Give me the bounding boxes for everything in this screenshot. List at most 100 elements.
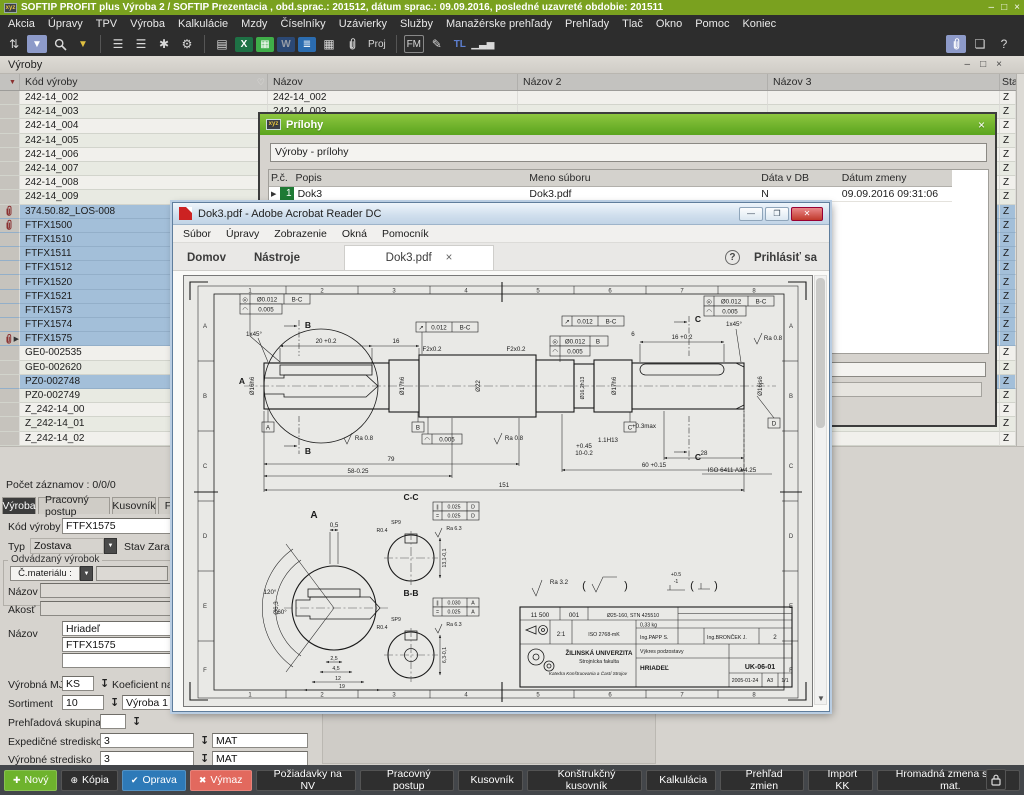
- menu-item[interactable]: Výroba: [130, 18, 165, 30]
- attachments-dialog-title-bar[interactable]: xyz Prílohy ×: [260, 114, 995, 135]
- footer-button[interactable]: ✚ Nový: [4, 770, 57, 791]
- child-maximize-button[interactable]: □: [980, 59, 986, 70]
- panel-icon[interactable]: ❏: [970, 35, 990, 53]
- star-icon[interactable]: ✱: [154, 35, 174, 53]
- list-icon[interactable]: ☰: [108, 35, 128, 53]
- footer-button[interactable]: Kusovník: [458, 770, 523, 791]
- pdf-menu-item[interactable]: Zobrazenie: [274, 228, 327, 240]
- pdf-menu-item[interactable]: Okná: [342, 228, 367, 240]
- tab-close-icon[interactable]: ×: [446, 252, 453, 264]
- funnel-icon[interactable]: ▼: [73, 35, 93, 53]
- filter-active-icon[interactable]: ▼: [27, 35, 47, 53]
- footer-button[interactable]: Pracovný postup: [360, 770, 454, 791]
- pdf-help-icon[interactable]: ?: [725, 250, 740, 265]
- mj-drop-icon[interactable]: ↧: [100, 677, 109, 690]
- menu-item[interactable]: TPV: [96, 18, 117, 30]
- pdf-menu-item[interactable]: Súbor: [183, 228, 211, 240]
- menu-item[interactable]: Koniec: [742, 18, 776, 30]
- printer-icon[interactable]: ▤: [212, 35, 232, 53]
- menu-item[interactable]: Uzávierky: [339, 18, 387, 30]
- child-minimize-button[interactable]: –: [965, 59, 971, 70]
- menu-item[interactable]: Kalkulácie: [178, 18, 228, 30]
- form-tab[interactable]: Výroba: [2, 497, 36, 514]
- pdf-restore-button[interactable]: ❐: [765, 207, 789, 221]
- word-export-icon[interactable]: W: [277, 37, 295, 52]
- pdf-title-bar[interactable]: Dok3.pdf - Adobe Acrobat Reader DC — ❐ ✕: [173, 203, 829, 225]
- code-field[interactable]: FTFX1575: [62, 518, 172, 534]
- mj-field[interactable]: KS: [62, 676, 94, 691]
- footer-button[interactable]: Kalkulácia: [646, 770, 716, 791]
- footer-button[interactable]: Konštrukčný kusovník: [527, 770, 642, 791]
- sign-in-button[interactable]: Prihlásiť sa: [754, 252, 817, 264]
- col-db[interactable]: Dáta v DB: [759, 170, 840, 186]
- type-select[interactable]: Zostava: [30, 538, 104, 554]
- sort-icon[interactable]: ⇅: [4, 35, 24, 53]
- name2-field-1[interactable]: Hriadeľ: [62, 621, 171, 636]
- sortiment-drop-icon[interactable]: ↧: [110, 696, 119, 709]
- column-header-name3[interactable]: Názov 3: [768, 74, 1000, 90]
- proj-button[interactable]: Proj: [365, 35, 389, 53]
- overview-group-drop-icon[interactable]: ↧: [132, 715, 141, 728]
- production-center-field[interactable]: 3: [100, 751, 194, 766]
- form-tab[interactable]: Pracovný postup: [38, 497, 110, 514]
- edit-page-icon[interactable]: ✎: [427, 35, 447, 53]
- bar-chart-icon[interactable]: ▁▃▅: [473, 35, 493, 53]
- grid-export-icon[interactable]: ▦: [256, 37, 274, 52]
- material-dropdown-button[interactable]: ▼: [80, 566, 93, 581]
- form-tab[interactable]: Kusovník: [112, 497, 156, 514]
- name2-field-2[interactable]: FTFX1575: [62, 637, 171, 652]
- tl-icon[interactable]: TL: [450, 35, 470, 53]
- footer-button[interactable]: Požiadavky na NV: [256, 770, 356, 791]
- pdf-scrollbar-thumb[interactable]: [816, 278, 825, 428]
- pdf-menu-item[interactable]: Pomocník: [382, 228, 429, 240]
- pdf-close-button[interactable]: ✕: [791, 207, 823, 221]
- child-close-button[interactable]: ×: [996, 59, 1002, 70]
- column-header-name[interactable]: Názov: [268, 74, 518, 90]
- menu-item[interactable]: Manažérske prehľady: [446, 18, 552, 30]
- sort-indicator-icon[interactable]: ▼: [9, 79, 16, 86]
- production-center-drop-icon[interactable]: ↧: [200, 752, 209, 765]
- footer-button[interactable]: Prehľad zmien: [720, 770, 804, 791]
- menu-item[interactable]: Akcia: [8, 18, 35, 30]
- menu-item[interactable]: Okno: [656, 18, 682, 30]
- column-header-name2[interactable]: Názov 2: [518, 74, 768, 90]
- pdf-menu-item[interactable]: Úpravy: [226, 228, 259, 240]
- table-icon[interactable]: ▦: [319, 35, 339, 53]
- footer-button[interactable]: ✖ Výmaz: [190, 770, 252, 791]
- gear-icon[interactable]: ⚙: [177, 35, 197, 53]
- menu-item[interactable]: Služby: [400, 18, 433, 30]
- footer-button[interactable]: ✔ Oprava: [122, 770, 186, 791]
- pdf-scrollbar[interactable]: ▼: [814, 275, 827, 705]
- attachments-toggle-icon[interactable]: [946, 35, 966, 53]
- footer-button[interactable]: ⊕ Kópia: [61, 770, 117, 791]
- menu-item[interactable]: Číselníky: [280, 18, 325, 30]
- close-button[interactable]: ×: [1014, 2, 1020, 13]
- footer-button[interactable]: Import KK: [808, 770, 873, 791]
- menu-item[interactable]: Prehľady: [565, 18, 609, 30]
- col-file[interactable]: Meno súboru: [527, 170, 759, 186]
- shipping-center-drop-icon[interactable]: ↧: [200, 734, 209, 747]
- material-field[interactable]: [96, 566, 168, 581]
- pdf-minimize-button[interactable]: —: [739, 207, 763, 221]
- maximize-button[interactable]: □: [1001, 2, 1007, 13]
- col-changed[interactable]: Dátum zmeny: [840, 170, 952, 186]
- name2-field-3[interactable]: [62, 653, 171, 668]
- quality-field[interactable]: [40, 601, 171, 616]
- shipping-center-field[interactable]: 3: [100, 733, 194, 748]
- col-no[interactable]: P.č.: [269, 170, 293, 186]
- material-number-button[interactable]: Č.materiálu :: [10, 566, 80, 581]
- column-header-code[interactable]: Kód výroby ♡: [20, 74, 268, 90]
- attachments-subject-field[interactable]: Výroby - prílohy: [270, 143, 987, 162]
- menu-item[interactable]: Mzdy: [241, 18, 267, 30]
- paperclip-icon[interactable]: [342, 35, 362, 53]
- menu-item[interactable]: Úpravy: [48, 18, 83, 30]
- search-icon[interactable]: [50, 35, 70, 53]
- lock-button[interactable]: [986, 769, 1006, 790]
- tab-home[interactable]: Domov: [173, 246, 240, 270]
- sortiment-name-field[interactable]: Výroba 1: [122, 695, 172, 710]
- menu-item[interactable]: Pomoc: [695, 18, 729, 30]
- overview-group-field[interactable]: [100, 714, 126, 729]
- tab-tools[interactable]: Nástroje: [240, 246, 314, 270]
- dialog-close-button[interactable]: ×: [978, 118, 989, 132]
- tab-document[interactable]: Dok3.pdf ×: [344, 245, 494, 270]
